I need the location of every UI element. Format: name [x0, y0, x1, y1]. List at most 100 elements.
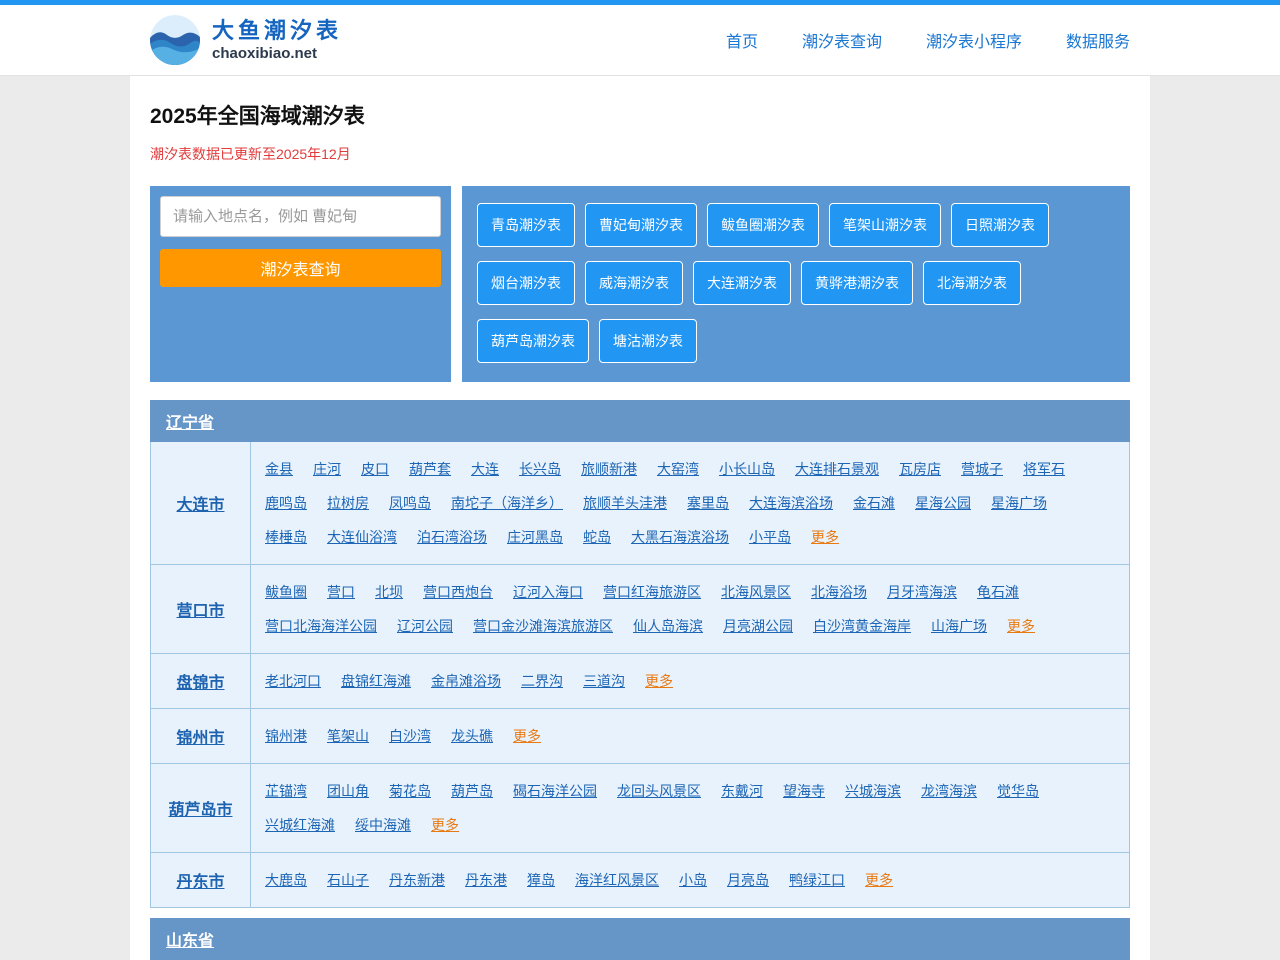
location-link[interactable]: 营城子: [961, 459, 1003, 479]
location-link[interactable]: 辽河入海口: [513, 582, 583, 602]
location-link[interactable]: 白沙湾黄金海岸: [813, 616, 911, 636]
site-logo[interactable]: 大鱼潮汐表 chaoxibiao.net: [150, 15, 342, 65]
nav-link-3[interactable]: 数据服务: [1066, 28, 1130, 52]
quick-link-button-3[interactable]: 笔架山潮汐表: [829, 203, 941, 247]
location-link[interactable]: 旅顺羊头洼港: [583, 493, 667, 513]
location-link[interactable]: 北坝: [375, 582, 403, 602]
location-link[interactable]: 泊石湾浴场: [417, 527, 487, 547]
quick-link-button-6[interactable]: 威海潮汐表: [585, 261, 683, 305]
location-link[interactable]: 大连海滨浴场: [749, 493, 833, 513]
location-link[interactable]: 长兴岛: [519, 459, 561, 479]
location-link[interactable]: 鹿鸣岛: [265, 493, 307, 513]
quick-link-button-9[interactable]: 北海潮汐表: [923, 261, 1021, 305]
more-link[interactable]: 更多: [431, 815, 459, 835]
location-link[interactable]: 菊花岛: [389, 781, 431, 801]
quick-link-button-1[interactable]: 曹妃甸潮汐表: [585, 203, 697, 247]
province-link[interactable]: 辽宁省: [166, 415, 214, 432]
location-link[interactable]: 龙湾海滨: [921, 781, 977, 801]
location-link[interactable]: 营口西炮台: [423, 582, 493, 602]
location-link[interactable]: 仙人岛海滨: [633, 616, 703, 636]
location-link[interactable]: 丹东港: [465, 870, 507, 890]
location-link[interactable]: 南坨子（海洋乡）: [451, 493, 563, 513]
city-link[interactable]: 锦州市: [176, 724, 224, 748]
location-link[interactable]: 月亮岛: [727, 870, 769, 890]
location-link[interactable]: 辽河公园: [397, 616, 453, 636]
search-button[interactable]: 潮汐表查询: [160, 249, 441, 287]
location-link[interactable]: 大黑石海滨浴场: [631, 527, 729, 547]
location-link[interactable]: 营口金沙滩海滨旅游区: [473, 616, 613, 636]
location-link[interactable]: 北海风景区: [721, 582, 791, 602]
location-link[interactable]: 团山角: [327, 781, 369, 801]
location-link[interactable]: 海洋红风景区: [575, 870, 659, 890]
city-link[interactable]: 盘锦市: [176, 669, 224, 693]
location-link[interactable]: 盘锦红海滩: [341, 671, 411, 691]
location-link[interactable]: 营口: [327, 582, 355, 602]
location-link[interactable]: 金石滩: [853, 493, 895, 513]
quick-link-button-7[interactable]: 大连潮汐表: [693, 261, 791, 305]
location-link[interactable]: 拉树房: [327, 493, 369, 513]
city-link[interactable]: 大连市: [176, 491, 224, 515]
more-link[interactable]: 更多: [645, 671, 673, 691]
location-link[interactable]: 石山子: [327, 870, 369, 890]
more-link[interactable]: 更多: [811, 527, 839, 547]
location-link[interactable]: 笔架山: [327, 726, 369, 746]
nav-link-2[interactable]: 潮汐表小程序: [926, 28, 1022, 52]
location-link[interactable]: 小平岛: [749, 527, 791, 547]
location-link[interactable]: 碣石海洋公园: [513, 781, 597, 801]
location-link[interactable]: 龙回头风景区: [617, 781, 701, 801]
location-link[interactable]: 白沙湾: [389, 726, 431, 746]
location-link[interactable]: 丹东新港: [389, 870, 445, 890]
location-link[interactable]: 月牙湾海滨: [887, 582, 957, 602]
location-link[interactable]: 旅顺新港: [581, 459, 637, 479]
more-link[interactable]: 更多: [1007, 616, 1035, 636]
location-link[interactable]: 芷锚湾: [265, 781, 307, 801]
location-link[interactable]: 老北河口: [265, 671, 321, 691]
location-link[interactable]: 营口红海旅游区: [603, 582, 701, 602]
nav-link-1[interactable]: 潮汐表查询: [802, 28, 882, 52]
nav-link-0[interactable]: 首页: [726, 28, 758, 52]
location-link[interactable]: 觉华岛: [997, 781, 1039, 801]
location-link[interactable]: 营口北海海洋公园: [265, 616, 377, 636]
location-link[interactable]: 锦州港: [265, 726, 307, 746]
quick-link-button-0[interactable]: 青岛潮汐表: [477, 203, 575, 247]
location-link[interactable]: 獐岛: [527, 870, 555, 890]
location-link[interactable]: 将军石: [1023, 459, 1065, 479]
search-input[interactable]: [160, 196, 441, 237]
location-link[interactable]: 大连仙浴湾: [327, 527, 397, 547]
location-link[interactable]: 庄河: [313, 459, 341, 479]
location-link[interactable]: 绥中海滩: [355, 815, 411, 835]
quick-link-button-11[interactable]: 塘沽潮汐表: [599, 319, 697, 363]
location-link[interactable]: 棒棰岛: [265, 527, 307, 547]
location-link[interactable]: 塞里岛: [687, 493, 729, 513]
location-link[interactable]: 金县: [265, 459, 293, 479]
location-link[interactable]: 星海广场: [991, 493, 1047, 513]
location-link[interactable]: 望海寺: [783, 781, 825, 801]
province-link[interactable]: 山东省: [166, 933, 214, 950]
location-link[interactable]: 东戴河: [721, 781, 763, 801]
location-link[interactable]: 小长山岛: [719, 459, 775, 479]
quick-link-button-10[interactable]: 葫芦岛潮汐表: [477, 319, 589, 363]
location-link[interactable]: 龟石滩: [977, 582, 1019, 602]
location-link[interactable]: 葫芦套: [409, 459, 451, 479]
location-link[interactable]: 蛇岛: [583, 527, 611, 547]
location-link[interactable]: 鸭绿江口: [789, 870, 845, 890]
quick-link-button-2[interactable]: 鲅鱼圈潮汐表: [707, 203, 819, 247]
location-link[interactable]: 庄河黑岛: [507, 527, 563, 547]
more-link[interactable]: 更多: [513, 726, 541, 746]
location-link[interactable]: 二界沟: [521, 671, 563, 691]
location-link[interactable]: 山海广场: [931, 616, 987, 636]
quick-link-button-8[interactable]: 黄骅港潮汐表: [801, 261, 913, 305]
location-link[interactable]: 瓦房店: [899, 459, 941, 479]
location-link[interactable]: 月亮湖公园: [723, 616, 793, 636]
location-link[interactable]: 大窑湾: [657, 459, 699, 479]
location-link[interactable]: 龙头礁: [451, 726, 493, 746]
location-link[interactable]: 大连排石景观: [795, 459, 879, 479]
location-link[interactable]: 凤鸣岛: [389, 493, 431, 513]
location-link[interactable]: 星海公园: [915, 493, 971, 513]
quick-link-button-4[interactable]: 日照潮汐表: [951, 203, 1049, 247]
city-link[interactable]: 营口市: [176, 597, 224, 621]
location-link[interactable]: 三道沟: [583, 671, 625, 691]
city-link[interactable]: 葫芦岛市: [168, 796, 232, 820]
location-link[interactable]: 小岛: [679, 870, 707, 890]
location-link[interactable]: 大鹿岛: [265, 870, 307, 890]
